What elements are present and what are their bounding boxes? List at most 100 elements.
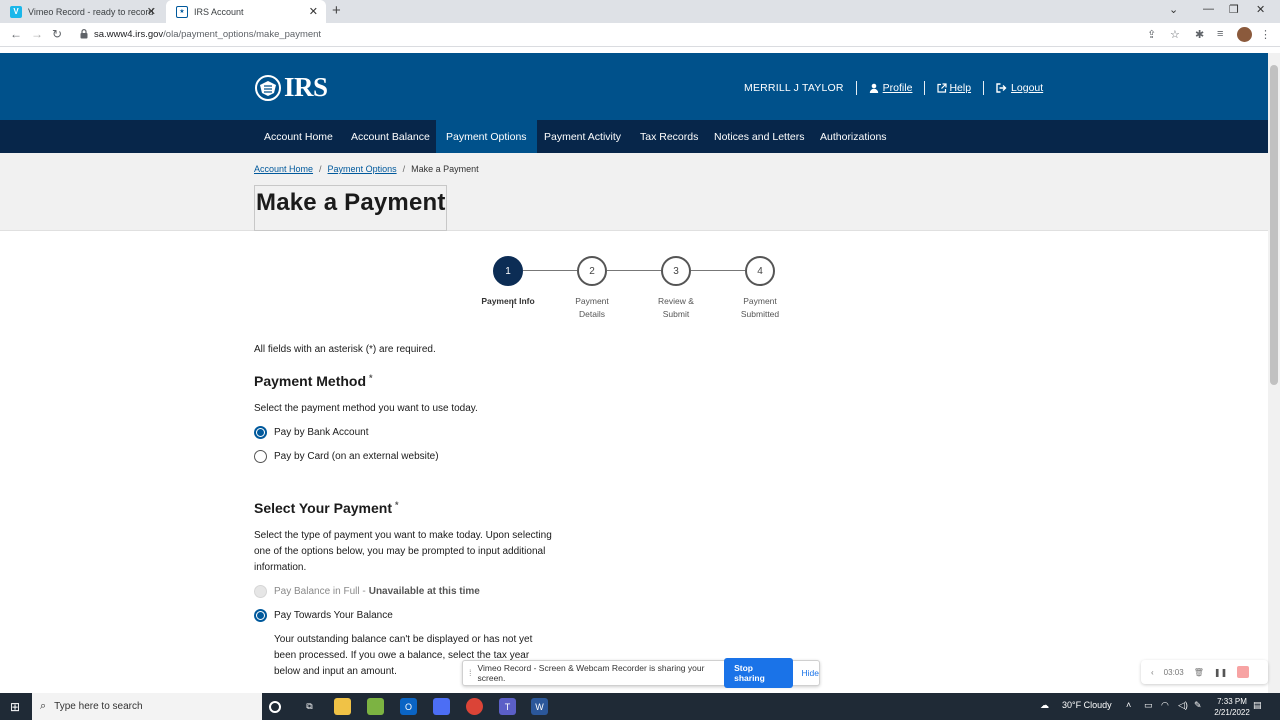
unavailable-label: Unavailable at this time [368,586,480,597]
volume-icon[interactable]: ◁) [1178,700,1188,711]
page-title: Make a Payment [254,185,447,231]
stop-sharing-button[interactable]: Stop sharing [724,658,793,688]
radio-button[interactable] [254,609,267,622]
nav-payment-activity[interactable]: Payment Activity [534,120,631,153]
trash-icon[interactable]: 🗑 [1194,668,1204,677]
breadcrumb-account-home[interactable]: Account Home [254,164,313,174]
radio-pay-by-card[interactable]: Pay by Card (on an external website) [254,450,439,463]
reload-icon[interactable]: ↻ [52,27,62,41]
nav-account-balance[interactable]: Account Balance [341,120,440,153]
new-tab-icon[interactable]: + [332,2,341,19]
irs-logo[interactable]: IRS [254,72,328,103]
logout-label: Logout [1011,82,1044,94]
nav-authorizations[interactable]: Authorizations [810,120,897,153]
logout-link[interactable]: Logout [996,82,1043,94]
forward-icon[interactable]: → [31,27,43,41]
cortana-icon[interactable] [269,701,281,713]
main-navigation: Account Home Account Balance Payment Opt… [0,120,1268,153]
close-tab-icon[interactable]: ✕ [147,5,156,18]
radio-pay-towards-balance[interactable]: Pay Towards Your Balance [254,609,393,622]
nav-account-home[interactable]: Account Home [254,120,343,153]
tab-label: Vimeo Record - ready to record [28,6,154,17]
network-icon[interactable]: ▭ [1144,700,1153,711]
reading-list-icon[interactable]: ≡ [1217,28,1223,40]
step-connector [607,270,661,271]
back-icon[interactable]: ← [10,27,22,41]
scrollbar-thumb[interactable] [1270,65,1278,385]
radio-label: Pay by Card (on an external website) [274,451,439,462]
teams-icon[interactable]: T [499,698,516,715]
nav-tax-records[interactable]: Tax Records [630,120,708,153]
irs-favicon-icon: ★ [176,5,188,18]
step-label-line: Payment [575,296,609,306]
share-icon[interactable]: ⇪ [1147,28,1156,41]
hide-button[interactable]: Hide [802,668,819,678]
pause-icon[interactable]: ❚❚ [1214,668,1227,677]
chevron-left-icon[interactable]: ‹ [1151,668,1154,677]
radio-label: Pay by Bank Account [274,427,369,438]
profile-link[interactable]: Profile [869,82,912,94]
select-payment-description: Select the type of payment you want to m… [254,530,552,573]
help-link[interactable]: Help [937,82,971,94]
url-field[interactable]: sa.www4.irs.gov/ola/payment_options/make… [94,29,321,40]
text-cursor-icon: I [511,299,515,311]
task-view-icon[interactable]: ⧉ [301,698,318,715]
page-viewport: IRS MERRILL J TAYLOR Profile Help Logout… [0,53,1268,693]
radio-button[interactable] [254,426,267,439]
weather-icon[interactable]: ☁ [1040,700,1049,711]
step-label-line: Details [579,309,605,319]
radio-pay-balance-in-full[interactable]: Pay Balance in Full - Unavailable at thi… [254,585,480,598]
chevron-up-icon[interactable]: ˄ [1126,700,1131,710]
radio-label: Pay Towards Your Balance [274,610,393,621]
outlook-icon[interactable]: O [400,698,417,715]
radio-button[interactable] [254,450,267,463]
browser-profile-avatar[interactable] [1237,27,1252,42]
stop-recording-icon[interactable] [1237,666,1250,678]
step-label-line: Submit [662,309,690,319]
radio-pay-by-bank[interactable]: Pay by Bank Account [254,426,369,439]
search-placeholder: Type here to search [54,701,143,712]
recording-timer: 03:03 [1163,667,1184,677]
recorder-widget: ‹ 03:03 🗑 ❚❚ [1141,660,1268,684]
pen-icon[interactable]: ✎ [1194,700,1202,711]
search-icon: ⌕ [40,700,47,712]
screen-sharing-bar: ⁞ Vimeo Record - Screen & Webcam Recorde… [462,658,820,688]
browser-tab-vimeo[interactable]: V Vimeo Record - ready to record ✕ [0,0,164,23]
taskbar-search[interactable]: ⌕ Type here to search [32,693,262,720]
wifi-icon[interactable]: ◠ [1161,700,1169,711]
step-connector [523,270,577,271]
sharing-message: Vimeo Record - Screen & Webcam Recorder … [477,663,705,683]
nav-notices-and-letters[interactable]: Notices and Letters [704,120,814,153]
step-4-indicator: 4 [745,256,775,286]
browser-tab-irs[interactable]: ★ IRS Account ✕ [166,0,326,23]
app-icon[interactable] [367,698,384,715]
help-label: Help [949,82,972,94]
menu-kebab-icon[interactable]: ⋮ [1260,28,1271,41]
page-scrollbar[interactable] [1268,53,1280,693]
nav-payment-options[interactable]: Payment Options [436,120,537,153]
step-label-line: Payment Info [481,296,535,306]
close-tab-icon[interactable]: ✕ [309,5,318,18]
radio-label: Pay Balance in Full - [274,586,366,597]
word-icon[interactable]: W [531,698,548,715]
extensions-icon[interactable]: ✱ [1195,28,1204,41]
lock-icon[interactable] [80,29,88,39]
notifications-icon[interactable]: ▤ [1253,700,1262,711]
required-asterisk: * [369,373,373,383]
restore-icon[interactable]: ❐ [1229,3,1239,16]
chrome-icon[interactable] [466,698,483,715]
taskbar-clock[interactable]: 7:33 PM 2/21/2022 [1208,696,1256,718]
file-explorer-icon[interactable] [334,698,351,715]
app-icon[interactable] [433,698,450,715]
minimize-icon[interactable]: — [1203,3,1214,15]
breadcrumb-current: Make a Payment [411,164,479,174]
chevron-down-icon[interactable]: ⌄ [1169,3,1178,16]
drag-handle-icon[interactable]: ⁞ [469,668,472,678]
windows-start-icon[interactable]: ⊞ [10,700,20,714]
step-label-line: Payment [743,296,777,306]
weather-text[interactable]: 30°F Cloudy [1062,700,1112,710]
radio-button[interactable] [254,585,267,598]
close-window-icon[interactable]: ✕ [1256,3,1265,16]
breadcrumb-payment-options[interactable]: Payment Options [328,164,397,174]
bookmark-star-icon[interactable]: ☆ [1170,28,1180,41]
